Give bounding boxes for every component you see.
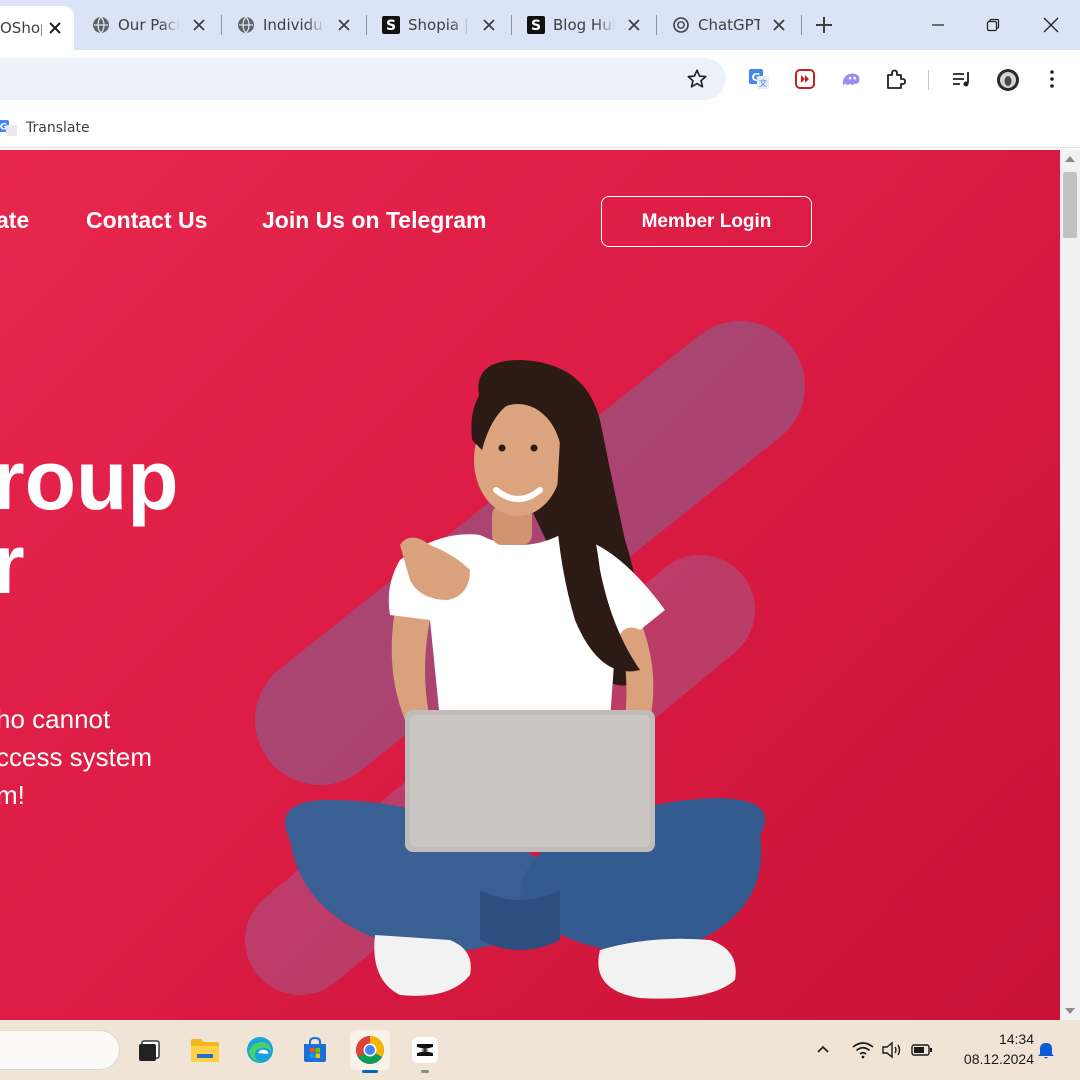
restore-icon[interactable] xyxy=(982,14,1004,36)
tab-title: Blog Hub xyxy=(553,16,615,34)
video-speed-icon[interactable] xyxy=(794,68,816,90)
tab-title: OShopia xyxy=(0,19,42,37)
taskbar-search-box[interactable] xyxy=(0,1030,120,1070)
volume-icon[interactable] xyxy=(880,1038,904,1062)
scrollbar-thumb[interactable] xyxy=(1063,172,1077,238)
tab-separator xyxy=(801,15,802,35)
google-translate-icon: G xyxy=(0,119,18,137)
tab-strip: OShopia Our Packages Individual S Shopia… xyxy=(0,0,1080,50)
google-translate-icon[interactable]: G文 xyxy=(748,68,770,90)
media-control-icon[interactable] xyxy=(951,68,973,90)
hero-subtitle-line: m! xyxy=(0,780,25,810)
tab-shopia[interactable]: S Shopia | xyxy=(382,8,510,42)
clock-date: 08.12.2024 xyxy=(963,1051,1034,1067)
capcut-icon[interactable] xyxy=(405,1030,445,1070)
hero-subtitle-line: ccess system xyxy=(0,742,153,772)
puzzle-icon[interactable] xyxy=(884,68,906,90)
svg-text:文: 文 xyxy=(759,78,767,88)
tab-title: ChatGPT xyxy=(698,16,760,34)
close-tab-icon[interactable] xyxy=(192,18,206,32)
tab-separator xyxy=(366,15,367,35)
nav-link-contact[interactable]: Contact Us xyxy=(86,207,207,234)
tab-oshopia[interactable]: OShopia xyxy=(0,6,74,50)
close-tab-icon[interactable] xyxy=(337,18,351,32)
tab-chatgpt[interactable]: ChatGPT xyxy=(672,8,800,42)
globe-icon xyxy=(237,16,255,34)
nav-link-partial[interactable]: ate xyxy=(0,207,29,234)
close-icon[interactable] xyxy=(1040,14,1062,36)
openai-icon xyxy=(672,16,690,34)
notification-bell-icon[interactable] xyxy=(1034,1038,1058,1062)
active-app-indicator xyxy=(362,1070,378,1073)
globe-icon xyxy=(92,16,110,34)
nav-link-telegram[interactable]: Join Us on Telegram xyxy=(262,207,487,234)
scroll-up-arrow-icon[interactable] xyxy=(1065,156,1075,162)
address-bar[interactable] xyxy=(0,58,726,100)
tab-title: Our Packages xyxy=(118,16,180,34)
svg-text:S: S xyxy=(531,18,541,34)
member-login-button[interactable]: Member Login xyxy=(601,196,812,247)
svg-text:S: S xyxy=(386,18,396,34)
minimize-icon[interactable] xyxy=(927,14,949,36)
profile-avatar[interactable] xyxy=(996,68,1020,92)
tab-our-packages[interactable]: Our Packages xyxy=(92,8,220,42)
chevron-up-icon[interactable] xyxy=(811,1038,835,1062)
chrome-icon[interactable] xyxy=(350,1030,390,1070)
tab-separator xyxy=(221,15,222,35)
s-logo-icon: S xyxy=(527,16,545,34)
page-scrollbar[interactable] xyxy=(1060,150,1080,1020)
hero-title-line: r xyxy=(0,517,25,611)
tab-separator xyxy=(511,15,512,35)
s-logo-icon: S xyxy=(382,16,400,34)
hero-subtitle-line: ho cannot xyxy=(0,704,111,734)
system-clock[interactable]: 14:34 08.12.2024 xyxy=(944,1029,1034,1069)
close-tab-icon[interactable] xyxy=(48,21,62,35)
toolbar-separator xyxy=(928,70,929,90)
ghost-extension-icon[interactable] xyxy=(840,68,862,90)
close-tab-icon[interactable] xyxy=(627,18,641,32)
bookmark-label: Translate xyxy=(26,120,90,136)
tab-individual[interactable]: Individual xyxy=(237,8,365,42)
browser-toolbar: G文 xyxy=(0,50,1080,108)
store-icon[interactable] xyxy=(295,1030,335,1070)
tab-blog-hub[interactable]: S Blog Hub xyxy=(527,8,655,42)
hero-subtitle: ho cannot ccess system m! xyxy=(0,700,152,814)
close-tab-icon[interactable] xyxy=(772,18,786,32)
bookmark-translate[interactable]: G Translate xyxy=(0,116,90,140)
tab-separator xyxy=(656,15,657,35)
edge-icon[interactable] xyxy=(240,1030,280,1070)
wifi-icon[interactable] xyxy=(851,1038,875,1062)
open-app-indicator xyxy=(421,1070,429,1073)
page-viewport: ate Contact Us Join Us on Telegram Membe… xyxy=(0,150,1060,1020)
clock-time: 14:34 xyxy=(998,1031,1034,1047)
tab-title: Shopia | xyxy=(408,16,469,34)
more-menu-icon[interactable] xyxy=(1041,68,1063,90)
star-icon[interactable] xyxy=(686,68,708,90)
windows-taskbar: 14:34 08.12.2024 xyxy=(0,1020,1080,1080)
scroll-down-arrow-icon[interactable] xyxy=(1065,1008,1075,1014)
task-view-icon[interactable] xyxy=(130,1030,170,1070)
file-explorer-icon[interactable] xyxy=(185,1030,225,1070)
hero-title: roup r xyxy=(0,438,179,606)
bookmarks-bar: G Translate xyxy=(0,108,1080,148)
tab-title: Individual xyxy=(263,16,325,34)
hero-title-line: roup xyxy=(0,433,179,527)
close-tab-icon[interactable] xyxy=(482,18,496,32)
plus-icon[interactable] xyxy=(813,14,835,36)
battery-icon[interactable] xyxy=(910,1038,934,1062)
